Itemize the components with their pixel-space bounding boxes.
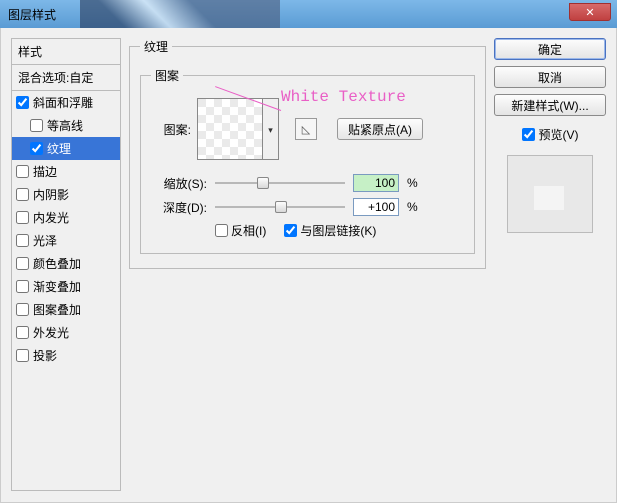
pattern-row: 图案: 贴紧原点(A) White Texture <box>151 98 464 160</box>
title-bar: 图层样式 <box>0 0 617 28</box>
style-label: 内发光 <box>33 209 69 226</box>
snap-origin-button[interactable]: 贴紧原点(A) <box>337 118 423 140</box>
depth-row: 深度(D): % <box>151 198 464 216</box>
styles-header[interactable]: 样式 <box>11 38 121 65</box>
style-item-7[interactable]: 颜色叠加 <box>12 252 120 275</box>
settings-panel: 纹理 图案 图案: 贴紧原点(A) White Texture 缩放(S): <box>121 38 494 492</box>
style-label: 外发光 <box>33 324 69 341</box>
style-item-2[interactable]: 纹理 <box>12 137 120 160</box>
invert-checkbox[interactable] <box>215 224 228 237</box>
style-label: 斜面和浮雕 <box>33 94 93 111</box>
new-preset-button[interactable] <box>295 118 317 140</box>
style-checkbox[interactable] <box>30 119 43 132</box>
link-text: 与图层链接(K) <box>300 222 376 239</box>
style-label: 内阴影 <box>33 186 69 203</box>
style-item-11[interactable]: 投影 <box>12 344 120 367</box>
style-checkbox[interactable] <box>16 96 29 109</box>
link-checkbox[interactable] <box>284 224 297 237</box>
style-checkbox[interactable] <box>16 211 29 224</box>
pattern-dropdown[interactable] <box>263 98 279 160</box>
chevron-down-icon <box>268 122 273 136</box>
pattern-group-title: 图案 <box>151 67 183 84</box>
ok-button[interactable]: 确定 <box>494 38 606 60</box>
dialog-body: 样式 混合选项:自定 斜面和浮雕等高线纹理描边内阴影内发光光泽颜色叠加渐变叠加图… <box>0 28 617 503</box>
texture-group-title: 纹理 <box>140 38 172 55</box>
style-item-4[interactable]: 内阴影 <box>12 183 120 206</box>
texture-group: 纹理 图案 图案: 贴紧原点(A) White Texture 缩放(S): <box>129 38 486 269</box>
style-label: 纹理 <box>47 140 71 157</box>
style-checkbox[interactable] <box>16 326 29 339</box>
style-label: 等高线 <box>47 117 83 134</box>
invert-text: 反相(I) <box>231 222 266 239</box>
blend-options-row[interactable]: 混合选项:自定 <box>11 65 121 91</box>
style-checkbox[interactable] <box>16 257 29 270</box>
slider-thumb[interactable] <box>257 177 269 189</box>
pattern-group: 图案 图案: 贴紧原点(A) White Texture 缩放(S): <box>140 67 475 254</box>
pattern-label: 图案: <box>151 121 191 138</box>
style-label: 渐变叠加 <box>33 278 81 295</box>
scale-row: 缩放(S): % <box>151 174 464 192</box>
style-item-0[interactable]: 斜面和浮雕 <box>12 91 120 114</box>
style-item-1[interactable]: 等高线 <box>12 114 120 137</box>
new-preset-icon <box>302 122 310 136</box>
preview-thumbnail <box>507 155 593 233</box>
pattern-swatch <box>197 98 263 160</box>
style-checkbox[interactable] <box>16 303 29 316</box>
style-checkbox[interactable] <box>16 349 29 362</box>
link-checkbox-label[interactable]: 与图层链接(K) <box>284 222 376 239</box>
pattern-picker[interactable] <box>197 98 279 160</box>
style-checkbox[interactable] <box>16 234 29 247</box>
preview-checkbox[interactable] <box>522 128 535 141</box>
new-style-button[interactable]: 新建样式(W)... <box>494 94 606 116</box>
depth-slider[interactable] <box>215 200 345 214</box>
style-item-10[interactable]: 外发光 <box>12 321 120 344</box>
window-title: 图层样式 <box>8 6 56 23</box>
style-item-8[interactable]: 渐变叠加 <box>12 275 120 298</box>
style-label: 颜色叠加 <box>33 255 81 272</box>
preview-label: 预览(V) <box>539 126 579 143</box>
scale-label: 缩放(S): <box>151 175 207 192</box>
style-label: 光泽 <box>33 232 57 249</box>
style-item-9[interactable]: 图案叠加 <box>12 298 120 321</box>
scale-slider[interactable] <box>215 176 345 190</box>
style-label: 描边 <box>33 163 57 180</box>
action-panel: 确定 取消 新建样式(W)... 预览(V) <box>494 38 606 492</box>
style-checkbox[interactable] <box>16 280 29 293</box>
styles-panel: 样式 混合选项:自定 斜面和浮雕等高线纹理描边内阴影内发光光泽颜色叠加渐变叠加图… <box>11 38 121 492</box>
style-checkbox[interactable] <box>30 142 43 155</box>
preview-checkbox-row[interactable]: 预览(V) <box>494 126 606 143</box>
style-list: 斜面和浮雕等高线纹理描边内阴影内发光光泽颜色叠加渐变叠加图案叠加外发光投影 <box>11 91 121 491</box>
style-checkbox[interactable] <box>16 165 29 178</box>
style-label: 图案叠加 <box>33 301 81 318</box>
depth-input[interactable] <box>353 198 399 216</box>
scale-unit: % <box>407 176 418 190</box>
titlebar-decoration <box>80 0 280 28</box>
depth-unit: % <box>407 200 418 214</box>
style-item-6[interactable]: 光泽 <box>12 229 120 252</box>
style-checkbox[interactable] <box>16 188 29 201</box>
options-row: 反相(I) 与图层链接(K) <box>215 222 464 239</box>
close-icon <box>585 5 594 19</box>
annotation-text: White Texture <box>281 88 406 106</box>
depth-label: 深度(D): <box>151 199 207 216</box>
close-button[interactable] <box>569 3 611 21</box>
style-item-5[interactable]: 内发光 <box>12 206 120 229</box>
slider-thumb[interactable] <box>275 201 287 213</box>
style-label: 投影 <box>33 347 57 364</box>
style-item-3[interactable]: 描边 <box>12 160 120 183</box>
cancel-button[interactable]: 取消 <box>494 66 606 88</box>
invert-checkbox-label[interactable]: 反相(I) <box>215 222 266 239</box>
slider-track <box>215 182 345 184</box>
scale-input[interactable] <box>353 174 399 192</box>
